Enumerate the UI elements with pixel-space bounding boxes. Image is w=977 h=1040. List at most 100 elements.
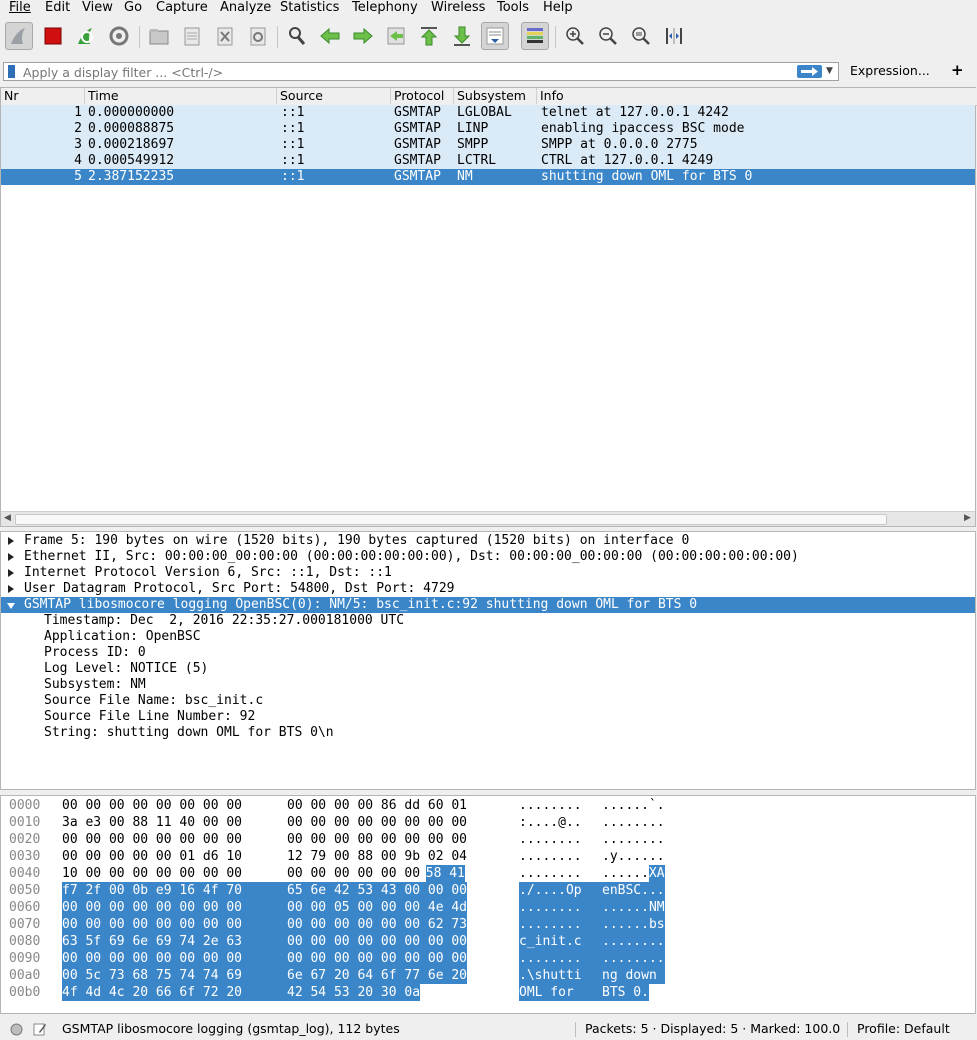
stop-capture-button[interactable] <box>39 22 67 50</box>
hex-row[interactable]: 00a0 00 5c 73 68 75 74 74 69 6e 67 20 64 6… <box>1 967 975 984</box>
menu-view[interactable]: View <box>82 0 113 16</box>
filter-dropdown-icon[interactable]: ▼ <box>826 66 833 76</box>
scroll-left-icon[interactable]: ◀ <box>4 512 11 525</box>
apply-filter-button[interactable] <box>797 65 822 78</box>
ascii-bytes-highlighted: ./....Op <box>519 882 603 899</box>
menu-capture[interactable]: Capture <box>156 0 208 16</box>
menu-tools[interactable]: Tools <box>497 0 529 16</box>
reload-file-button[interactable] <box>244 22 272 50</box>
packet-row[interactable]: 4 0.000549912 ::1 GSMTAP LCTRL CTRL at 1… <box>1 153 975 169</box>
menu-edit[interactable]: Edit <box>45 0 70 16</box>
zoom-out-button[interactable] <box>594 22 622 50</box>
hex-offset: 00a0 <box>9 968 41 983</box>
packet-list[interactable]: Nr Time Source Protocol Subsystem Info 1… <box>0 87 977 527</box>
menu-statistics[interactable]: Statistics <box>280 0 339 16</box>
auto-scroll-button[interactable] <box>481 22 509 50</box>
collapse-triangle-icon[interactable] <box>7 603 15 609</box>
edit-comment-icon[interactable] <box>33 1022 47 1036</box>
save-file-button[interactable] <box>178 22 206 50</box>
go-back-button[interactable] <box>316 22 344 50</box>
menu-help[interactable]: Help <box>543 0 573 16</box>
tree-field[interactable]: Process ID: 0 <box>1 645 975 661</box>
packet-row[interactable]: 3 0.000218697 ::1 GSMTAP SMPP SMPP at 0.… <box>1 137 975 153</box>
restart-capture-button[interactable] <box>72 22 100 50</box>
hex-bytes: 00 00 00 00 00 00 00 00 <box>62 798 243 813</box>
hex-row[interactable]: 0020 00 00 00 00 00 00 00 00 00 00 00 00 0… <box>1 831 975 848</box>
packet-row-selected[interactable]: 5 2.387152235 ::1 GSMTAP NM shutting dow… <box>1 169 975 185</box>
go-forward-button[interactable] <box>349 22 377 50</box>
hex-row[interactable]: 0060 00 00 00 00 00 00 00 00 00 00 05 00 0… <box>1 899 975 916</box>
tree-item-gsmtap[interactable]: GSMTAP libosmocore logging OpenBSC(0): N… <box>1 597 975 613</box>
close-file-button[interactable] <box>211 22 239 50</box>
colorize-button[interactable] <box>521 22 549 50</box>
tree-field[interactable]: Timestamp: Dec 2, 2016 22:35:27.00018100… <box>1 613 975 629</box>
add-filter-button[interactable]: + <box>951 61 964 79</box>
bookmark-icon[interactable] <box>8 65 15 78</box>
expand-triangle-icon[interactable] <box>8 569 14 577</box>
hex-offset: 0050 <box>9 883 41 898</box>
tree-item-ethernet[interactable]: Ethernet II, Src: 00:00:00_00:00:00 (00:… <box>1 549 975 565</box>
tree-item-frame[interactable]: Frame 5: 190 bytes on wire (1520 bits), … <box>1 533 975 549</box>
resize-columns-button[interactable] <box>660 22 688 50</box>
main-toolbar <box>0 17 977 58</box>
packet-row[interactable]: 1 0.000000000 ::1 GSMTAP LGLOBAL telnet … <box>1 105 975 121</box>
ascii-bytes-highlighted: ........ <box>602 950 665 967</box>
tree-field[interactable]: Application: OpenBSC <box>1 629 975 645</box>
menu-wireless[interactable]: Wireless <box>431 0 485 16</box>
hex-offset: 0060 <box>9 900 41 915</box>
tree-field[interactable]: Source File Name: bsc_init.c <box>1 693 975 709</box>
horizontal-scrollbar[interactable]: ◀ ▶ <box>1 511 975 526</box>
hex-offset: 0040 <box>9 866 41 881</box>
tree-field[interactable]: Log Level: NOTICE (5) <box>1 661 975 677</box>
first-packet-button[interactable] <box>415 22 443 50</box>
ascii-bytes-highlighted: .\shutti <box>519 967 603 984</box>
zoom-normal-button[interactable] <box>627 22 655 50</box>
hex-row[interactable]: 0090 00 00 00 00 00 00 00 00 00 00 00 00 0… <box>1 950 975 967</box>
packet-row[interactable]: 2 0.000088875 ::1 GSMTAP LINP enabling i… <box>1 121 975 137</box>
expression-button[interactable]: Expression... <box>850 63 930 78</box>
column-nr[interactable]: Nr <box>1 88 85 104</box>
hex-row[interactable]: 00b0 4f 4d 4c 20 66 6f 72 20 42 54 53 20 3… <box>1 984 975 1001</box>
last-packet-button[interactable] <box>448 22 476 50</box>
start-capture-button[interactable] <box>5 22 33 50</box>
tree-field[interactable]: Source File Line Number: 92 <box>1 709 975 725</box>
open-file-button[interactable] <box>145 22 173 50</box>
ascii-bytes-highlighted: XA <box>648 865 665 882</box>
find-packet-button[interactable] <box>283 22 311 50</box>
packet-bytes-pane[interactable]: 0000 00 00 00 00 00 00 00 00 00 00 00 00 8… <box>0 795 976 1014</box>
tree-item-udp[interactable]: User Datagram Protocol, Src Port: 54800,… <box>1 581 975 597</box>
status-profile[interactable]: Profile: Default <box>857 1018 950 1040</box>
menu-file[interactable]: File <box>9 0 31 16</box>
hex-row[interactable]: 0050 f7 2f 00 0b e9 16 4f 70 65 6e 42 53 4… <box>1 882 975 899</box>
go-to-packet-button[interactable] <box>382 22 410 50</box>
tree-item-ipv6[interactable]: Internet Protocol Version 6, Src: ::1, D… <box>1 565 975 581</box>
hex-row[interactable]: 0040 10 00 00 00 00 00 00 00 00 00 00 00 0… <box>1 865 975 882</box>
packet-details-pane[interactable]: Frame 5: 190 bytes on wire (1520 bits), … <box>0 531 976 790</box>
column-protocol[interactable]: Protocol <box>391 88 454 104</box>
hex-row[interactable]: 0080 63 5f 69 6e 69 74 2e 63 00 00 00 00 0… <box>1 933 975 950</box>
column-subsystem[interactable]: Subsystem <box>454 88 537 104</box>
hex-row[interactable]: 0070 00 00 00 00 00 00 00 00 00 00 00 00 0… <box>1 916 975 933</box>
expand-triangle-icon[interactable] <box>8 585 14 593</box>
hex-row[interactable]: 0030 00 00 00 00 00 01 d6 10 12 79 00 88 0… <box>1 848 975 865</box>
column-time[interactable]: Time <box>85 88 277 104</box>
column-info[interactable]: Info <box>537 88 975 104</box>
expand-triangle-icon[interactable] <box>8 537 14 545</box>
menu-go[interactable]: Go <box>124 0 142 16</box>
ascii-bytes: ........ <box>602 815 665 830</box>
hex-row[interactable]: 0010 3a e3 00 88 11 40 00 00 00 00 00 00 0… <box>1 814 975 831</box>
tree-field[interactable]: Subsystem: NM <box>1 677 975 693</box>
hex-bytes: 00 00 00 00 00 00 00 00 <box>287 815 468 830</box>
expand-triangle-icon[interactable] <box>8 553 14 561</box>
zoom-in-button[interactable] <box>561 22 589 50</box>
hex-row[interactable]: 0000 00 00 00 00 00 00 00 00 00 00 00 00 8… <box>1 797 975 814</box>
display-filter-input[interactable] <box>3 62 839 81</box>
column-source[interactable]: Source <box>277 88 391 104</box>
hex-bytes: 00 00 00 00 86 dd 60 01 <box>287 798 468 813</box>
capture-options-button[interactable] <box>105 22 133 50</box>
tree-field[interactable]: String: shutting down OML for BTS 0\n <box>1 725 975 741</box>
scrollbar-thumb[interactable] <box>15 514 887 525</box>
scroll-right-icon[interactable]: ▶ <box>964 512 971 525</box>
menu-telephony[interactable]: Telephony <box>352 0 418 16</box>
menu-analyze[interactable]: Analyze <box>220 0 271 16</box>
